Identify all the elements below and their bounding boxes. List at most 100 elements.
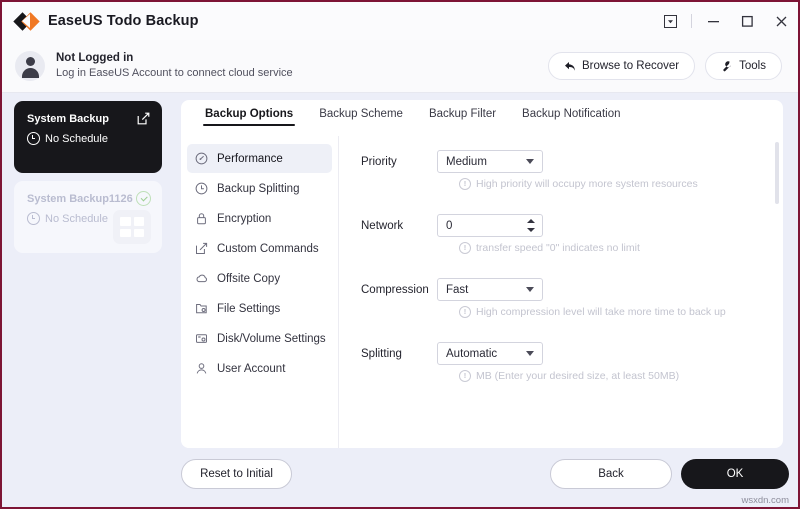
options-nav-list: Performance Backup Splitting Encryption (181, 136, 339, 448)
tab-backup-options[interactable]: Backup Options (192, 100, 306, 120)
network-hint: ! transfer speed "0" indicates no limit (437, 242, 783, 254)
check-circle-icon (136, 191, 151, 206)
sidebar: System Backup No Schedule System Backup1… (2, 93, 174, 507)
header-actions: Browse to Recover Tools (548, 52, 782, 80)
priority-control: Medium (437, 150, 543, 173)
reset-to-initial-button[interactable]: Reset to Initial (181, 459, 292, 489)
person-icon (195, 362, 208, 375)
compression-hint: ! High compression level will take more … (437, 306, 783, 318)
wrench-icon (721, 61, 733, 72)
card-schedule: No Schedule (27, 132, 108, 145)
priority-label: Priority (361, 150, 437, 168)
options-form: Priority Medium ! High priority will occ… (339, 136, 783, 448)
nav-item-label: File Settings (217, 303, 280, 315)
card-title: System Backup1126 (27, 193, 133, 205)
network-hint-text: transfer speed "0" indicates no limit (476, 242, 640, 254)
card-title: System Backup (27, 113, 109, 125)
app-title: EaseUS Todo Backup (48, 13, 199, 29)
spinner-icon[interactable] (527, 219, 535, 232)
caret-down-box-icon[interactable] (653, 2, 687, 40)
application-window: EaseUS Todo Backup Not Logged in Log in … (0, 0, 800, 509)
watermark: wsxdn.com (741, 495, 789, 506)
priority-hint: ! High priority will occupy more system … (437, 178, 783, 190)
form-scrollbar-thumb[interactable] (775, 142, 779, 204)
back-button[interactable]: Back (550, 459, 672, 489)
easeus-diamond-logo-icon (16, 10, 38, 32)
clock-icon (27, 132, 40, 145)
tab-backup-notification[interactable]: Backup Notification (509, 100, 633, 120)
maximize-icon[interactable] (730, 2, 764, 40)
back-arrow-icon (564, 61, 576, 72)
field-row-splitting: Splitting Automatic (339, 342, 783, 365)
close-icon[interactable] (764, 2, 798, 40)
gauge-icon (195, 152, 208, 165)
chevron-down-icon (526, 159, 534, 164)
user-avatar-icon[interactable] (15, 51, 45, 81)
nav-item-label: Encryption (217, 213, 271, 225)
nav-item-backup-splitting[interactable]: Backup Splitting (187, 174, 332, 203)
window-controls-divider (691, 14, 692, 28)
main-panel: Backup Options Backup Scheme Backup Filt… (181, 100, 783, 448)
nav-item-encryption[interactable]: Encryption (187, 204, 332, 233)
field-row-compression: Compression Fast (339, 278, 783, 301)
tab-bar: Backup Options Backup Scheme Backup Filt… (181, 100, 783, 134)
priority-hint-text: High priority will occupy more system re… (476, 178, 698, 190)
network-label: Network (361, 214, 437, 232)
clock-icon (27, 212, 40, 225)
window-controls (653, 2, 798, 40)
nav-item-label: Backup Splitting (217, 183, 299, 195)
network-control: 0 (437, 214, 543, 237)
splitting-label: Splitting (361, 342, 437, 360)
nav-item-custom-commands[interactable]: Custom Commands (187, 234, 332, 263)
disk-icon (195, 332, 208, 345)
browse-to-recover-label: Browse to Recover (582, 60, 679, 72)
tab-backup-filter[interactable]: Backup Filter (416, 100, 509, 120)
info-icon: ! (459, 370, 471, 382)
clock-icon (195, 182, 208, 195)
nav-item-label: User Account (217, 363, 285, 375)
nav-item-label: Performance (217, 153, 283, 165)
browse-to-recover-button[interactable]: Browse to Recover (548, 52, 695, 80)
account-bar: Not Logged in Log in EaseUS Account to c… (2, 40, 798, 93)
card-schedule: No Schedule (27, 212, 108, 225)
footer-bar: Reset to Initial Back OK wsxdn.com (2, 448, 798, 507)
backup-card-system-backup[interactable]: System Backup No Schedule (14, 101, 162, 173)
nav-item-offsite-copy[interactable]: Offsite Copy (187, 264, 332, 293)
tab-backup-scheme[interactable]: Backup Scheme (306, 100, 416, 120)
nav-item-label: Custom Commands (217, 243, 319, 255)
edit-square-icon (195, 242, 208, 255)
compression-hint-text: High compression level will take more ti… (476, 306, 726, 318)
edit-icon[interactable] (137, 112, 150, 125)
nav-item-disk-volume-settings[interactable]: Disk/Volume Settings (187, 324, 332, 353)
chevron-down-icon (526, 351, 534, 356)
nav-item-label: Offsite Copy (217, 273, 280, 285)
splitting-control: Automatic (437, 342, 543, 365)
backup-card-system-backup1126[interactable]: System Backup1126 No Schedule (14, 181, 162, 253)
cloud-icon (195, 272, 208, 285)
info-icon: ! (459, 242, 471, 254)
nav-item-performance[interactable]: Performance (187, 144, 332, 173)
account-text: Not Logged in Log in EaseUS Account to c… (56, 51, 293, 81)
nav-item-label: Disk/Volume Settings (217, 333, 326, 345)
folder-gear-icon (195, 302, 208, 315)
minimize-icon[interactable] (696, 2, 730, 40)
compression-control: Fast (437, 278, 543, 301)
card-schedule-label: No Schedule (45, 133, 108, 145)
chevron-down-icon (526, 287, 534, 292)
account-description: Log in EaseUS Account to connect cloud s… (56, 66, 293, 81)
nav-item-file-settings[interactable]: File Settings (187, 294, 332, 323)
ok-button[interactable]: OK (681, 459, 789, 489)
panel-body: Performance Backup Splitting Encryption (181, 136, 783, 448)
windows-grid-icon (113, 210, 151, 244)
lock-icon (195, 212, 208, 225)
title-bar: EaseUS Todo Backup (2, 2, 798, 40)
field-row-priority: Priority Medium (339, 150, 783, 173)
splitting-hint-text: MB (Enter your desired size, at least 50… (476, 370, 679, 382)
nav-item-user-account[interactable]: User Account (187, 354, 332, 383)
tools-button[interactable]: Tools (705, 52, 782, 80)
splitting-hint: ! MB (Enter your desired size, at least … (437, 370, 783, 382)
field-row-network: Network 0 (339, 214, 783, 237)
compression-label: Compression (361, 278, 437, 296)
account-status: Not Logged in (56, 51, 293, 66)
tools-label: Tools (739, 60, 766, 72)
